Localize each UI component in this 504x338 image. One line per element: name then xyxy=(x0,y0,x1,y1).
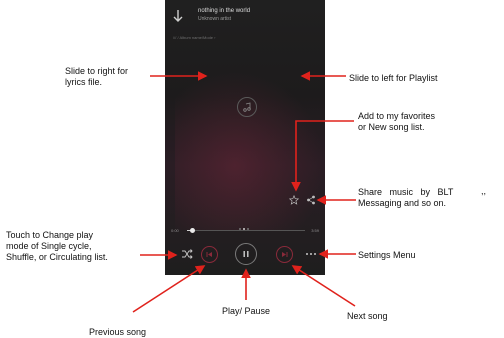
arrow-previous-song xyxy=(132,265,206,313)
arrow-next-song xyxy=(291,265,356,307)
arrow-favorites xyxy=(291,120,354,192)
annotation-arrows xyxy=(132,71,356,313)
